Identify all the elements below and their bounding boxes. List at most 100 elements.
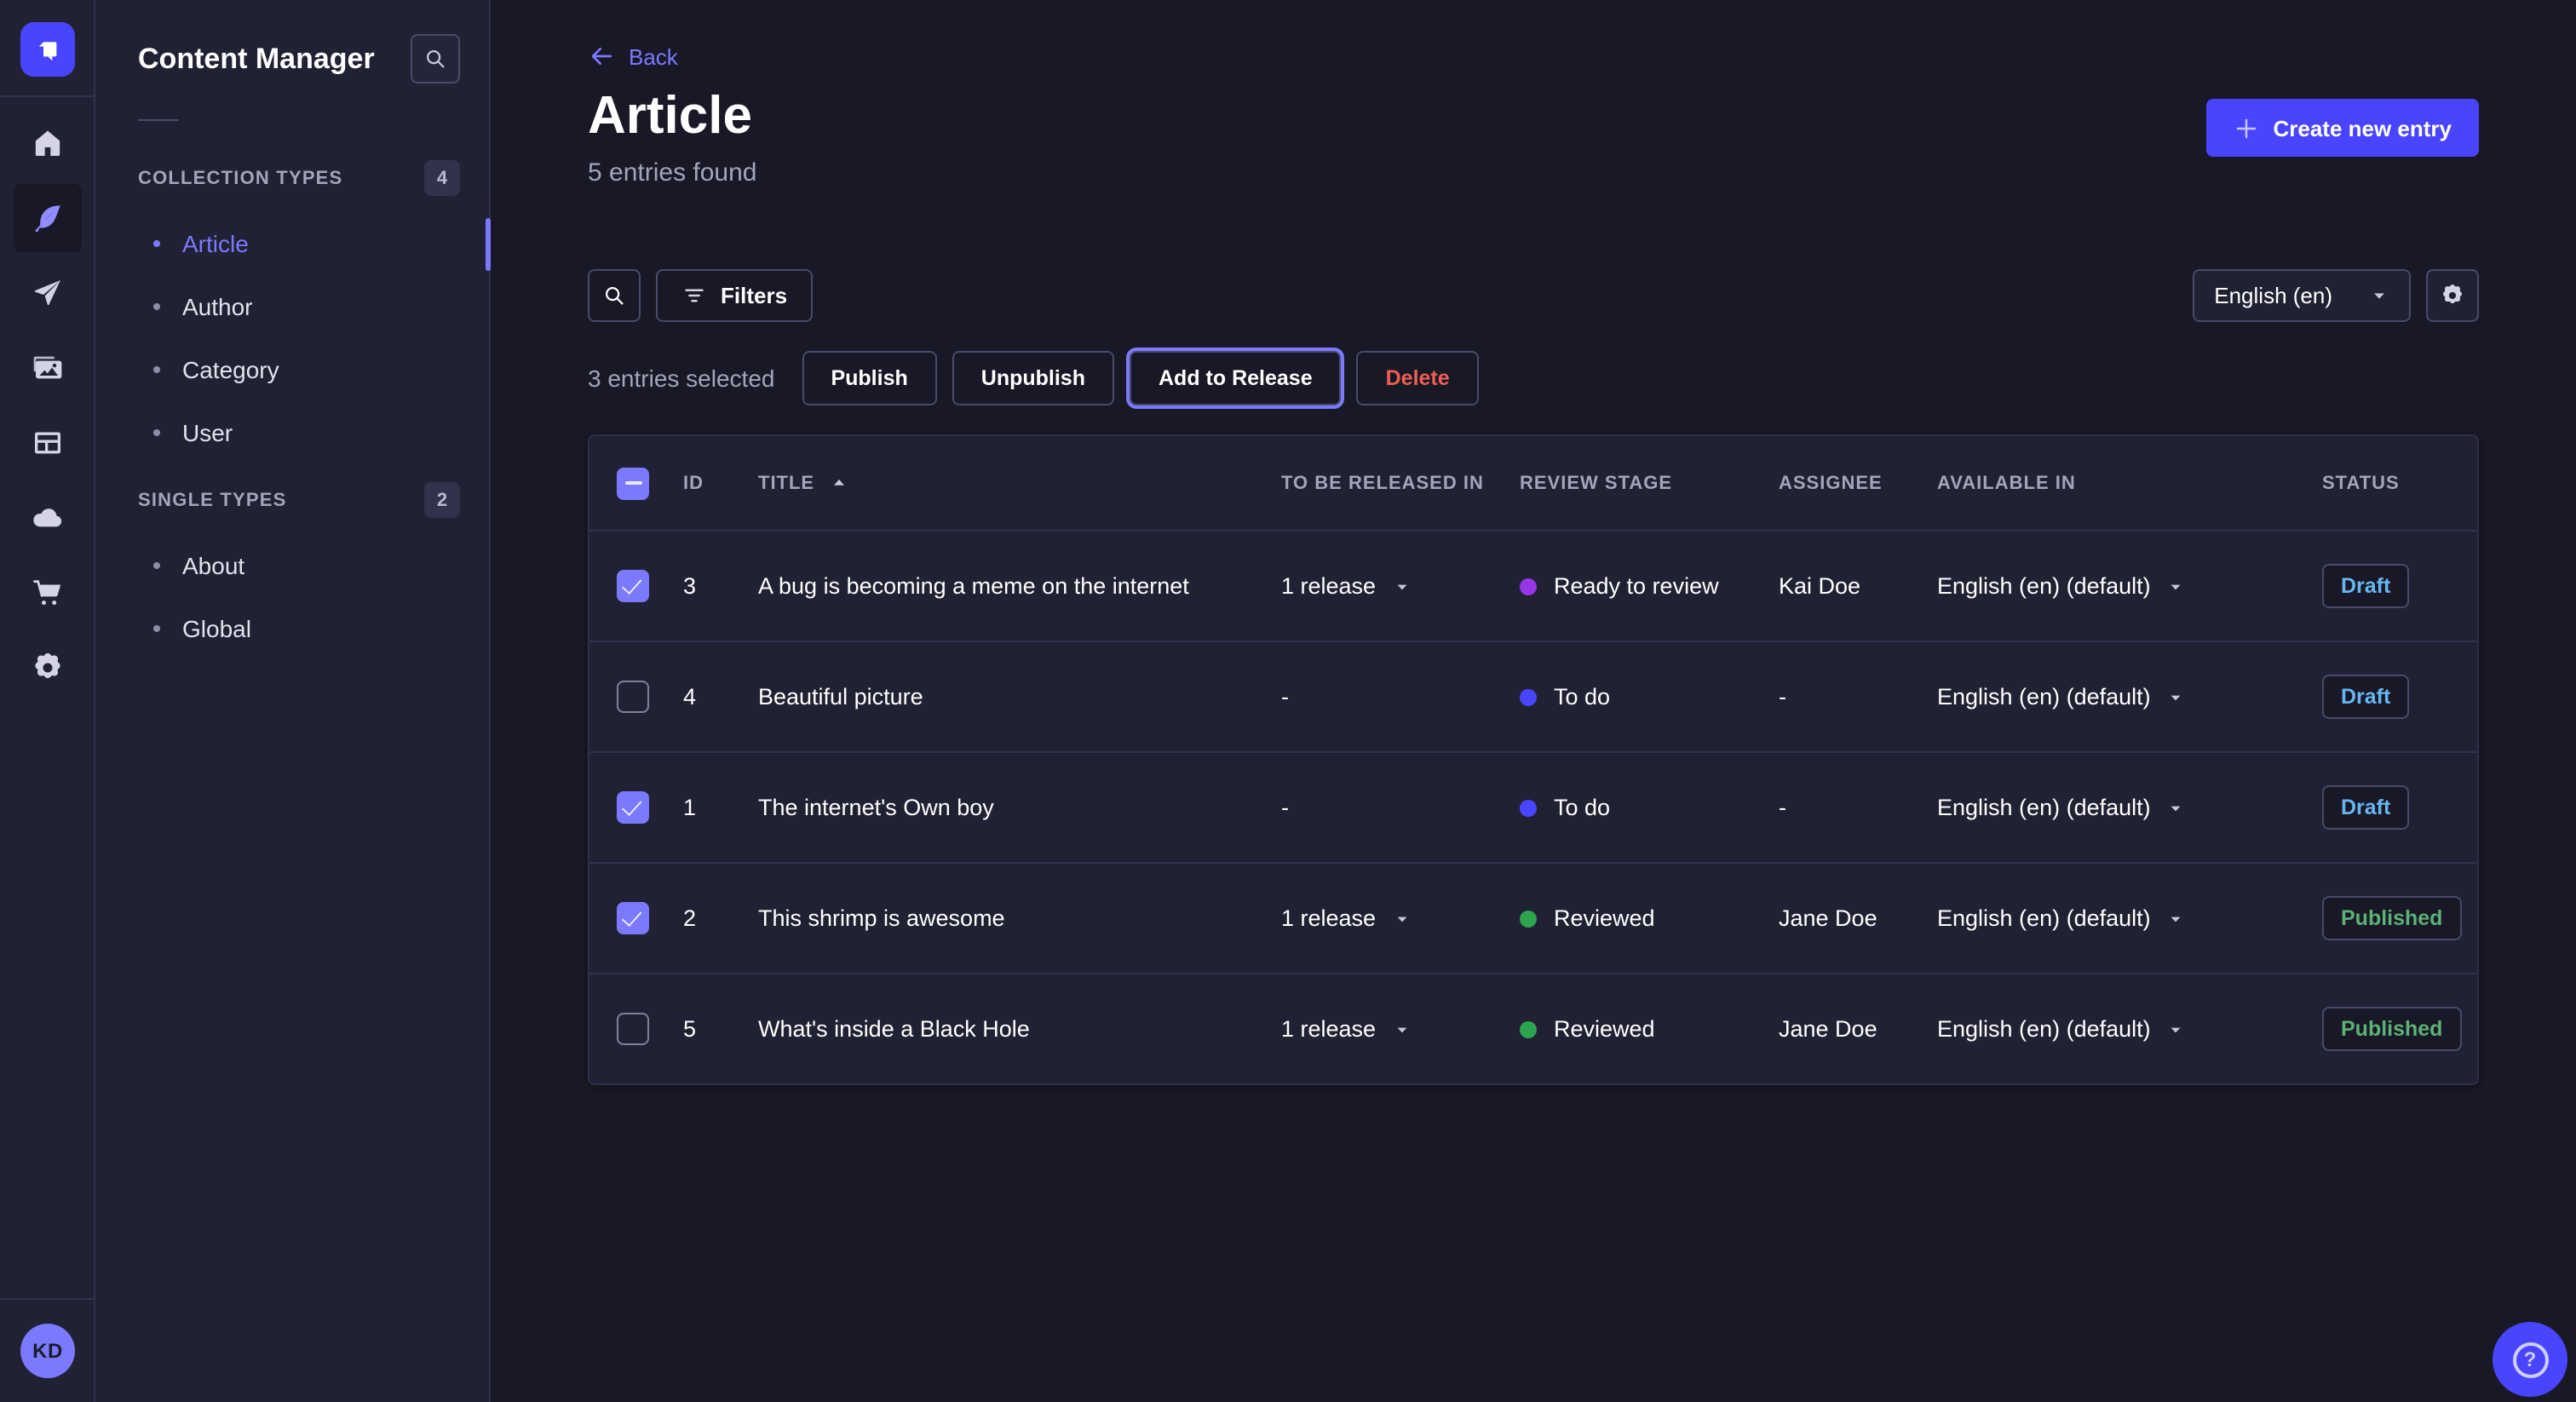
row-title: This shrimp is awesome bbox=[758, 905, 1005, 931]
home-icon[interactable] bbox=[14, 109, 82, 177]
status-badge: Published bbox=[2322, 1007, 2461, 1051]
locales-caret-icon[interactable] bbox=[2168, 688, 2185, 705]
add-to-release-button[interactable]: Add to Release bbox=[1130, 351, 1342, 405]
filters-button[interactable]: Filters bbox=[656, 269, 813, 322]
available-locales[interactable]: English (en) (default) bbox=[1937, 684, 2151, 710]
deploy-icon[interactable] bbox=[14, 484, 82, 552]
column-header-id[interactable]: ID bbox=[683, 473, 704, 493]
sort-asc-icon[interactable] bbox=[830, 474, 848, 492]
search-icon bbox=[423, 46, 448, 72]
status-badge: Draft bbox=[2322, 785, 2409, 830]
assignee: Jane Doe bbox=[1779, 905, 1877, 931]
locales-caret-icon[interactable] bbox=[2168, 799, 2185, 816]
search-button[interactable] bbox=[588, 269, 641, 322]
search-icon bbox=[601, 283, 627, 308]
media-library-icon[interactable] bbox=[14, 334, 82, 402]
available-locales[interactable]: English (en) (default) bbox=[1937, 905, 2151, 931]
rail-icons bbox=[14, 109, 82, 702]
content-manager-icon[interactable] bbox=[14, 184, 82, 252]
sidebar-item-author[interactable]: Author bbox=[95, 274, 489, 337]
app: KD Content Manager COLLECTION TYPES 4 Ar… bbox=[0, 0, 2576, 1402]
section-count-badge: 2 bbox=[424, 482, 460, 518]
release-caret-icon[interactable] bbox=[1393, 1020, 1410, 1037]
review-stage-label: Reviewed bbox=[1554, 905, 1655, 931]
available-locales[interactable]: English (en) (default) bbox=[1937, 1016, 2151, 1042]
sidebar-item-user[interactable]: User bbox=[95, 400, 489, 463]
table-row[interactable]: 3 A bug is becoming a meme on the intern… bbox=[589, 530, 2477, 641]
sidebar-search-button[interactable] bbox=[411, 34, 460, 83]
assignee: - bbox=[1779, 684, 1786, 710]
row-id: 3 bbox=[683, 573, 696, 599]
sidebar: Content Manager COLLECTION TYPES 4 Artic… bbox=[95, 0, 491, 1402]
unpublish-button[interactable]: Unpublish bbox=[952, 351, 1114, 405]
row-checkbox[interactable] bbox=[617, 791, 649, 824]
gear-icon bbox=[2440, 283, 2465, 308]
sidebar-item-about[interactable]: About bbox=[95, 533, 489, 596]
entries-table: ID TITLE TO BE RELEASED IN REVIEW STAGE … bbox=[588, 434, 2479, 1085]
row-checkbox[interactable] bbox=[617, 681, 649, 713]
review-stage-dot bbox=[1520, 577, 1537, 595]
locales-caret-icon[interactable] bbox=[2168, 910, 2185, 927]
table-row[interactable]: 2 This shrimp is awesome 1 release Revie… bbox=[589, 862, 2477, 973]
releases-icon[interactable] bbox=[14, 259, 82, 327]
sidebar-item-global[interactable]: Global bbox=[95, 596, 489, 659]
row-title: A bug is becoming a meme on the internet bbox=[758, 573, 1189, 599]
help-button[interactable]: ? bbox=[2493, 1322, 2567, 1397]
column-header-released-in: TO BE RELEASED IN bbox=[1281, 473, 1484, 493]
table-row[interactable]: 1 The internet's Own boy - To do - Engli… bbox=[589, 751, 2477, 862]
sidebar-item-article[interactable]: Article bbox=[95, 211, 489, 274]
sidebar-item-category[interactable]: Category bbox=[95, 337, 489, 400]
locales-caret-icon[interactable] bbox=[2168, 577, 2185, 595]
review-stage-label: Reviewed bbox=[1554, 1016, 1655, 1042]
table-header: ID TITLE TO BE RELEASED IN REVIEW STAGE … bbox=[589, 436, 2477, 530]
available-locales[interactable]: English (en) (default) bbox=[1937, 573, 2151, 599]
release-caret-icon[interactable] bbox=[1393, 577, 1410, 595]
row-checkbox[interactable] bbox=[617, 570, 649, 602]
select-all-checkbox[interactable] bbox=[617, 467, 649, 499]
nav-rail: KD bbox=[0, 0, 95, 1402]
status-badge: Draft bbox=[2322, 564, 2409, 608]
assignee: Kai Doe bbox=[1779, 573, 1860, 599]
column-header-title[interactable]: TITLE bbox=[758, 473, 814, 493]
bullet-icon bbox=[153, 239, 160, 246]
selection-count: 3 entries selected bbox=[588, 365, 774, 392]
sidebar-title: Content Manager bbox=[138, 42, 375, 76]
content-type-builder-icon[interactable] bbox=[14, 409, 82, 477]
review-stage-dot bbox=[1520, 799, 1537, 816]
locales-caret-icon[interactable] bbox=[2168, 1020, 2185, 1037]
release-count[interactable]: 1 release bbox=[1281, 573, 1376, 599]
publish-button[interactable]: Publish bbox=[802, 351, 936, 405]
row-checkbox[interactable] bbox=[617, 902, 649, 934]
release-count[interactable]: 1 release bbox=[1281, 1016, 1376, 1042]
settings-icon[interactable] bbox=[14, 634, 82, 702]
marketplace-icon[interactable] bbox=[14, 559, 82, 627]
table-row[interactable]: 5 What's inside a Black Hole 1 release R… bbox=[589, 973, 2477, 1083]
row-id: 4 bbox=[683, 684, 696, 710]
back-link[interactable]: Back bbox=[588, 43, 678, 70]
table-row[interactable]: 4 Beautiful picture - To do - English (e… bbox=[589, 641, 2477, 751]
create-new-entry-button[interactable]: Create new entry bbox=[2206, 99, 2479, 157]
locale-select[interactable]: English (en) bbox=[2192, 269, 2411, 322]
review-stage-label: To do bbox=[1554, 795, 1610, 820]
column-header-review-stage: REVIEW STAGE bbox=[1520, 473, 1672, 493]
row-title: What's inside a Black Hole bbox=[758, 1016, 1030, 1042]
release-count[interactable]: 1 release bbox=[1281, 905, 1376, 931]
review-stage-dot bbox=[1520, 1020, 1537, 1037]
review-stage-dot bbox=[1520, 910, 1537, 927]
status-badge: Draft bbox=[2322, 675, 2409, 719]
delete-button[interactable]: Delete bbox=[1357, 351, 1479, 405]
assignee: Jane Doe bbox=[1779, 1016, 1877, 1042]
review-stage-label: To do bbox=[1554, 684, 1610, 710]
available-locales[interactable]: English (en) (default) bbox=[1937, 795, 2151, 820]
bullet-icon bbox=[153, 561, 160, 568]
rail-bottom-divider bbox=[0, 1298, 94, 1300]
strapi-logo[interactable] bbox=[20, 22, 75, 77]
release-caret-icon[interactable] bbox=[1393, 910, 1410, 927]
view-settings-button[interactable] bbox=[2426, 269, 2479, 322]
back-arrow-icon bbox=[588, 43, 615, 70]
avatar[interactable]: KD bbox=[20, 1324, 75, 1378]
row-checkbox[interactable] bbox=[617, 1013, 649, 1045]
single-types-section: SINGLE TYPES 2 About Global bbox=[95, 482, 489, 659]
filter-icon bbox=[681, 283, 707, 308]
column-header-status: STATUS bbox=[2322, 473, 2400, 493]
